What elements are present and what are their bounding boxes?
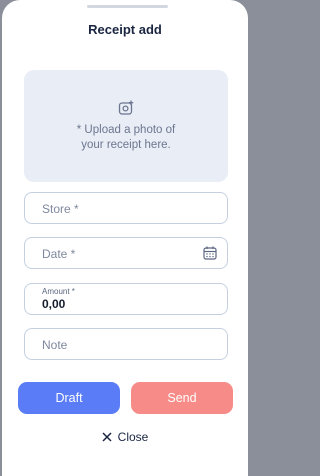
drag-handle[interactable] xyxy=(87,5,168,8)
amount-value: 0,00 xyxy=(42,297,66,311)
amount-label: Amount * xyxy=(42,287,75,296)
calendar-icon[interactable] xyxy=(203,246,217,260)
date-field[interactable]: Date * xyxy=(24,237,228,269)
note-field[interactable]: Note xyxy=(24,328,228,360)
add-photo-icon xyxy=(118,100,134,115)
upload-photo-area[interactable]: * Upload a photo of your receipt here. xyxy=(24,70,228,182)
date-placeholder: Date * xyxy=(42,247,76,261)
upload-instructions: * Upload a photo of your receipt here. xyxy=(76,124,176,151)
close-button[interactable]: Close xyxy=(2,430,248,444)
send-button[interactable]: Send xyxy=(131,382,233,414)
receipt-add-sheet: Receipt add * Upload a photo of your rec… xyxy=(2,0,248,476)
page-title: Receipt add xyxy=(88,22,162,37)
store-placeholder: Store * xyxy=(42,202,79,216)
close-label: Close xyxy=(117,430,149,444)
draft-button[interactable]: Draft xyxy=(18,382,120,414)
amount-field[interactable]: Amount * 0,00 xyxy=(24,283,228,315)
close-icon xyxy=(102,432,112,442)
store-field[interactable]: Store * xyxy=(24,192,228,224)
note-placeholder: Note xyxy=(42,338,68,352)
